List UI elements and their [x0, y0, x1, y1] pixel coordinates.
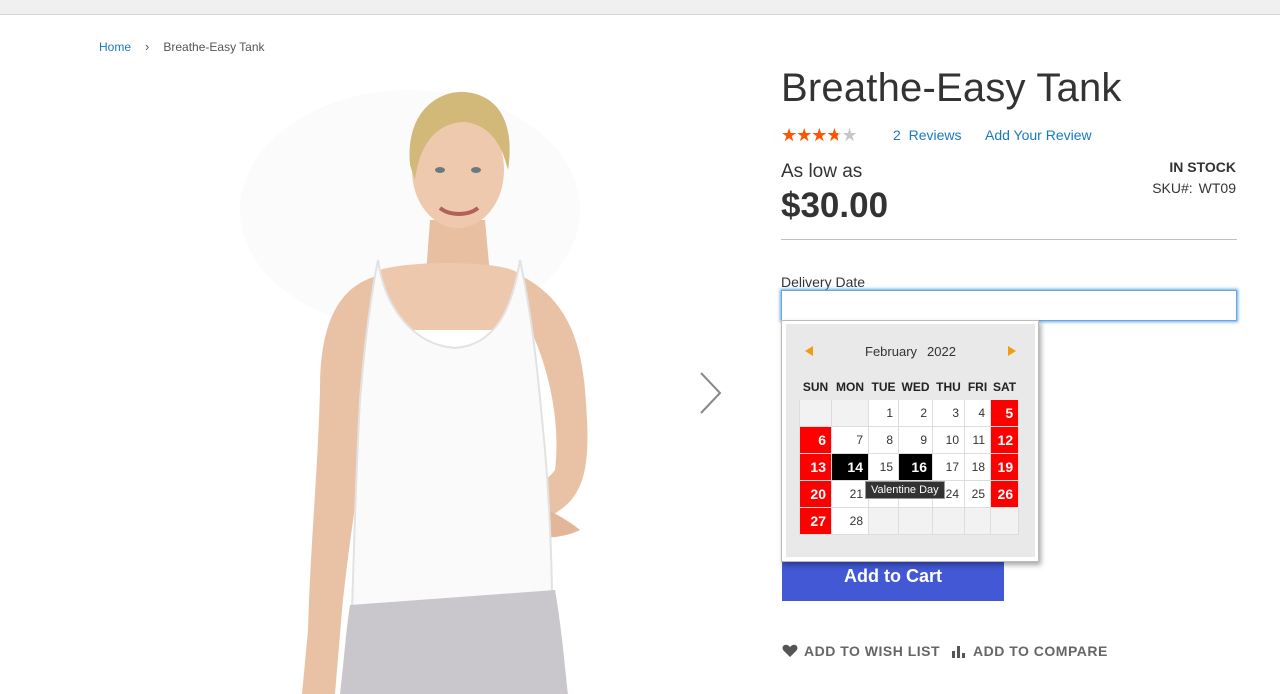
bar-chart-icon: [952, 646, 965, 658]
calendar-day[interactable]: 27: [799, 507, 832, 535]
sku: SKU#: WT09: [1152, 180, 1236, 196]
calendar-day[interactable]: 10: [932, 426, 965, 454]
calendar-week: 13 14 15 16 17 18 19: [799, 453, 1020, 481]
weekday-header: SAT: [989, 373, 1020, 400]
product-price: $30.00: [781, 186, 889, 225]
weekday-header: TUE: [868, 373, 899, 400]
calendar-day[interactable]: 15: [868, 453, 899, 481]
stock-status: IN STOCK: [1169, 159, 1236, 175]
divider: [781, 239, 1237, 240]
breadcrumb: Home › Breathe-Easy Tank: [99, 39, 265, 54]
next-month-icon[interactable]: [1008, 346, 1016, 356]
calendar-empty-cell: [868, 507, 899, 535]
price-label: As low as: [781, 161, 863, 182]
reviews-label: Reviews: [908, 127, 962, 143]
calendar-day[interactable]: 12: [989, 426, 1020, 454]
calendar-day[interactable]: 17: [932, 453, 965, 481]
calendar-week: 12345: [799, 399, 1020, 427]
calendar-day[interactable]: 4: [964, 399, 991, 427]
breadcrumb-home-link[interactable]: Home: [99, 40, 131, 54]
delivery-date-label: Delivery Date: [781, 274, 866, 290]
weekday-header: WED: [898, 373, 933, 400]
product-title: Breathe-Easy Tank: [781, 66, 1122, 110]
add-to-compare-link[interactable]: ADD TO COMPARE: [951, 643, 1108, 659]
sku-label: SKU#:: [1152, 180, 1193, 196]
calendar-empty-cell: [799, 399, 832, 427]
calendar-day[interactable]: 25: [964, 480, 991, 508]
wish-list-label: ADD TO WISH LIST: [804, 643, 941, 659]
weekday-header: SUN: [799, 373, 832, 400]
calendar-empty-cell: [831, 399, 869, 427]
date-picker-title: February 2022: [786, 344, 1035, 359]
calendar-day[interactable]: 1: [868, 399, 899, 427]
calendar-day[interactable]: 16: [898, 453, 933, 481]
delivery-date-input[interactable]: [781, 290, 1237, 321]
calendar-day[interactable]: 11: [964, 426, 991, 454]
product-image[interactable]: [240, 70, 660, 694]
calendar-day[interactable]: 19: [989, 453, 1020, 481]
calendar-day[interactable]: 21: [831, 480, 869, 508]
calendar-day[interactable]: 7: [831, 426, 869, 454]
date-picker-year: 2022: [927, 344, 956, 359]
calendar-empty-cell: [932, 507, 965, 535]
calendar-day[interactable]: 14: [831, 453, 869, 481]
heart-icon: [782, 644, 798, 657]
date-picker-month: February: [865, 344, 918, 359]
weekday-header: FRI: [964, 373, 991, 400]
breadcrumb-current: Breathe-Easy Tank: [163, 39, 265, 54]
calendar-day[interactable]: 20: [799, 480, 832, 508]
chevron-right-icon[interactable]: [694, 368, 728, 418]
calendar-day[interactable]: 5: [989, 399, 1020, 427]
calendar-empty-cell: [964, 507, 991, 535]
calendar-empty-cell: [898, 507, 933, 535]
add-to-wish-list-link[interactable]: ADD TO WISH LIST: [782, 643, 940, 659]
add-review-link[interactable]: Add Your Review: [985, 127, 1092, 143]
rating-stars: ★★★★★ ★★★★★: [781, 126, 863, 144]
sku-value: WT09: [1198, 180, 1236, 196]
breadcrumb-separator: ›: [145, 39, 150, 54]
reviews-count: 2: [893, 127, 901, 143]
calendar-day[interactable]: 6: [799, 426, 832, 454]
date-picker: February 2022 SUN MON TUE WED THU FRI SAT 12345…: [781, 320, 1039, 562]
weekday-header: MON: [831, 373, 869, 400]
calendar-week: 27 28: [799, 507, 1020, 535]
calendar-day[interactable]: 3: [932, 399, 965, 427]
calendar-grid: SUN MON TUE WED THU FRI SAT 1 2 3 4 5 6 7 8 9 10 11 12 13 1…: [799, 373, 1020, 535]
compare-label: ADD TO COMPARE: [973, 643, 1108, 659]
top-bar: [0, 0, 1280, 15]
rating-stars-filled: ★★★★★: [781, 126, 839, 144]
reviews-link[interactable]: 2 Reviews: [893, 127, 961, 143]
rating-summary: ★★★★★ ★★★★★: [781, 126, 863, 144]
calendar-day[interactable]: 26: [989, 480, 1020, 508]
calendar-day[interactable]: 28: [831, 507, 869, 535]
calendar-day[interactable]: 18: [964, 453, 991, 481]
calendar-empty-cell: [989, 507, 1020, 535]
calendar-week: 6 7 8 9 10 11 12: [799, 426, 1020, 454]
weekday-header: THU: [932, 373, 965, 400]
calendar-day[interactable]: 13: [799, 453, 832, 481]
calendar-day[interactable]: 9: [898, 426, 933, 454]
calendar-day[interactable]: 8: [868, 426, 899, 454]
calendar-day[interactable]: 2: [898, 399, 933, 427]
date-picker-panel: February 2022 SUN MON TUE WED THU FRI SAT 12345…: [786, 324, 1035, 557]
calendar-tooltip: Valentine Day: [865, 481, 945, 499]
